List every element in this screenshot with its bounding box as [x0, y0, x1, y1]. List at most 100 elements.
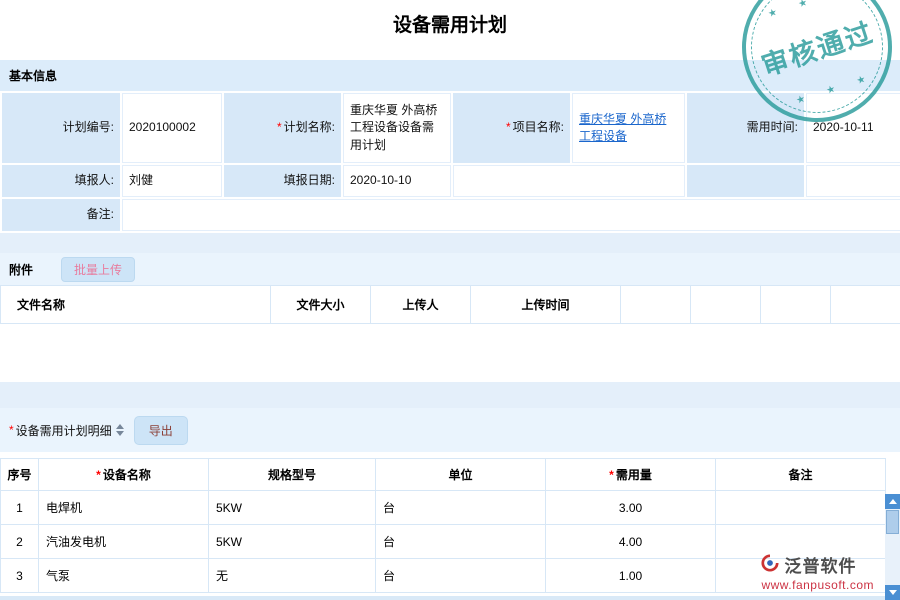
col-empty	[621, 286, 691, 324]
brand-name: 泛普软件	[784, 552, 856, 577]
arrow-down-icon	[889, 590, 897, 595]
col-required-qty-text: 需用量	[616, 468, 652, 482]
sort-icon[interactable]	[116, 424, 124, 436]
project-label: *项目名称:	[453, 93, 570, 163]
brand-url: www.fanpusoft.com	[761, 578, 874, 592]
plan-name-label-text: 计划名称:	[284, 120, 335, 134]
col-unit: 单位	[376, 459, 546, 491]
detail-row: 1 电焊机 5KW 台 3.00	[1, 491, 886, 525]
cell-spec-model: 5KW	[209, 525, 376, 559]
plan-name-value-text: 重庆华夏 外高桥工程设备设备需用计划	[350, 103, 437, 152]
col-required-qty: *需用量	[546, 459, 716, 491]
plan-no-label: 计划编号:	[2, 93, 120, 163]
project-value: 重庆华夏 外高桥工程设备	[572, 93, 685, 163]
cell-remark	[716, 491, 886, 525]
basic-info-table: 计划编号: 2020100002 *计划名称: 重庆华夏 外高桥工程设备设备需用…	[0, 91, 900, 233]
details-header: * 设备需用计划明细 导出	[0, 408, 900, 452]
export-button[interactable]: 导出	[134, 416, 188, 445]
basic-info-header: 基本信息	[0, 60, 900, 91]
report-date-label: 填报日期:	[224, 165, 341, 197]
reporter-label: 填报人:	[2, 165, 120, 197]
col-remark: 备注	[716, 459, 886, 491]
cell-unit: 台	[376, 491, 546, 525]
horizontal-scrollbar-track[interactable]	[0, 596, 885, 600]
cell-equipment-name: 汽油发电机	[39, 525, 209, 559]
col-spec-model: 规格型号	[209, 459, 376, 491]
col-seq: 序号	[1, 459, 39, 491]
need-date-value-text: 2020-10-11	[813, 120, 874, 134]
need-date-label: 需用时间:	[687, 93, 804, 163]
plan-no-label-text: 计划编号:	[63, 120, 114, 134]
equipment-plan-page: 设备需用计划 ★ ★ ★ 审核通过 ★ ★ ★ 基本信息 计划编号: 20201…	[0, 0, 900, 600]
empty-value-cell	[806, 165, 900, 197]
cell-required-qty: 3.00	[546, 491, 716, 525]
arrow-up-icon	[889, 499, 897, 504]
report-date-value: 2020-10-10	[343, 165, 451, 197]
cell-required-qty: 4.00	[546, 525, 716, 559]
col-file-size: 文件大小	[271, 286, 371, 324]
plan-name-value: 重庆华夏 外高桥工程设备设备需用计划	[343, 93, 451, 163]
report-date-value-text: 2020-10-10	[350, 173, 411, 187]
project-label-text: 项目名称:	[513, 120, 564, 134]
col-empty	[831, 286, 900, 324]
attachments-header-row: 文件名称 文件大小 上传人 上传时间	[1, 286, 900, 324]
cell-spec-model: 5KW	[209, 491, 376, 525]
details-title: 设备需用计划明细	[16, 422, 112, 439]
required-marker: *	[9, 423, 14, 437]
attachments-table: 文件名称 文件大小 上传人 上传时间	[0, 285, 900, 324]
plan-no-value: 2020100002	[122, 93, 222, 163]
cell-seq: 1	[1, 491, 39, 525]
detail-row: 3 气泵 无 台 1.00	[1, 559, 886, 593]
cell-seq: 2	[1, 525, 39, 559]
cell-unit: 台	[376, 525, 546, 559]
section-spacer	[0, 382, 900, 408]
vertical-scrollbar[interactable]	[885, 494, 900, 600]
required-marker: *	[609, 468, 614, 482]
scrollbar-thumb[interactable]	[886, 510, 899, 534]
empty-label-cell	[687, 165, 804, 197]
col-equipment-name-text: 设备名称	[103, 468, 151, 482]
scrollbar-track[interactable]	[885, 535, 900, 585]
required-marker: *	[277, 120, 282, 134]
empty-value-cell	[453, 165, 685, 197]
cell-spec-model: 无	[209, 559, 376, 593]
fanpu-watermark: 泛普软件 www.fanpusoft.com	[761, 552, 874, 592]
remark-value	[122, 199, 900, 231]
section-spacer	[0, 233, 900, 253]
col-file-name: 文件名称	[1, 286, 271, 324]
cell-required-qty: 1.00	[546, 559, 716, 593]
cell-equipment-name: 电焊机	[39, 491, 209, 525]
scroll-up-button[interactable]	[885, 494, 900, 509]
col-empty	[691, 286, 761, 324]
report-date-label-text: 填报日期:	[284, 173, 335, 187]
plan-no-value-text: 2020100002	[129, 120, 196, 134]
col-equipment-name: *设备名称	[39, 459, 209, 491]
project-link[interactable]: 重庆华夏 外高桥工程设备	[579, 112, 666, 143]
col-upload-time: 上传时间	[471, 286, 621, 324]
reporter-value-text: 刘健	[129, 173, 153, 187]
col-uploader: 上传人	[371, 286, 471, 324]
page-title: 设备需用计划	[0, 0, 900, 50]
cell-seq: 3	[1, 559, 39, 593]
required-marker: *	[96, 468, 101, 482]
details-header-row: 序号 *设备名称 规格型号 单位 *需用量 备注	[1, 459, 886, 491]
detail-row: 2 汽油发电机 5KW 台 4.00	[1, 525, 886, 559]
remark-label-text: 备注:	[87, 207, 114, 221]
details-table: 序号 *设备名称 规格型号 单位 *需用量 备注 1 电焊机 5KW 台 3.0…	[0, 458, 886, 593]
reporter-label-text: 填报人:	[75, 173, 114, 187]
attachments-title: 附件	[9, 261, 33, 278]
reporter-value: 刘健	[122, 165, 222, 197]
col-empty	[761, 286, 831, 324]
need-date-value: 2020-10-11	[806, 93, 900, 163]
fanpu-logo-icon	[761, 554, 779, 575]
cell-unit: 台	[376, 559, 546, 593]
cell-equipment-name: 气泵	[39, 559, 209, 593]
attachments-header: 附件 批量上传	[0, 253, 900, 285]
batch-upload-button[interactable]: 批量上传	[61, 257, 135, 282]
top-gap	[0, 50, 900, 60]
basic-info-title: 基本信息	[9, 69, 57, 83]
scroll-down-button[interactable]	[885, 585, 900, 600]
required-marker: *	[506, 120, 511, 134]
plan-name-label: *计划名称:	[224, 93, 341, 163]
remark-label: 备注:	[2, 199, 120, 231]
